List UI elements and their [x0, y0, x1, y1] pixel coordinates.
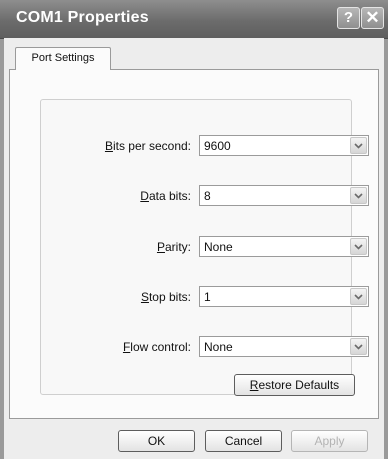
restore-defaults-button[interactable]: Restore Defaults — [234, 374, 355, 396]
bits-per-second-value: 9600 — [204, 139, 231, 153]
cancel-button[interactable]: Cancel — [205, 430, 282, 452]
ok-button[interactable]: OK — [118, 430, 195, 452]
bits-per-second-label: Bits per second: — [104, 139, 191, 153]
close-icon: ✕ — [365, 8, 380, 27]
flow-control-select[interactable]: None — [199, 336, 369, 357]
chevron-down-icon[interactable] — [350, 187, 367, 204]
stop-bits-label: Stop bits: — [140, 290, 191, 304]
flow-control-label: Flow control: — [122, 340, 191, 354]
bits-per-second-select[interactable]: 9600 — [199, 135, 369, 156]
data-bits-value: 8 — [204, 189, 211, 203]
close-button[interactable]: ✕ — [361, 7, 384, 29]
title-bar[interactable]: COM1 Properties ? ✕ — [0, 0, 388, 39]
chevron-down-icon[interactable] — [350, 137, 367, 154]
properties-dialog: COM1 Properties ? ✕ Port Settings Bits p… — [0, 0, 388, 459]
stop-bits-value: 1 — [204, 290, 211, 304]
data-bits-select[interactable]: 8 — [199, 185, 369, 206]
chevron-down-icon[interactable] — [350, 338, 367, 355]
parity-select[interactable]: None — [199, 236, 369, 257]
stop-bits-select[interactable]: 1 — [199, 286, 369, 307]
tab-port-settings[interactable]: Port Settings — [15, 47, 111, 70]
parity-label: Parity: — [156, 240, 191, 254]
flow-control-value: None — [204, 340, 233, 354]
parity-value: None — [204, 240, 233, 254]
help-icon: ? — [343, 9, 354, 26]
chevron-down-icon[interactable] — [350, 238, 367, 255]
data-bits-label: Data bits: — [140, 189, 191, 203]
window-title: COM1 Properties — [16, 9, 149, 26]
port-settings-panel: Bits per second: 9600 Data bits: 8 Parit… — [9, 69, 379, 419]
apply-button[interactable]: Apply — [291, 430, 368, 452]
settings-group: Bits per second: 9600 Data bits: 8 Parit… — [40, 99, 369, 395]
chevron-down-icon[interactable] — [350, 288, 367, 305]
help-button[interactable]: ? — [337, 7, 360, 29]
